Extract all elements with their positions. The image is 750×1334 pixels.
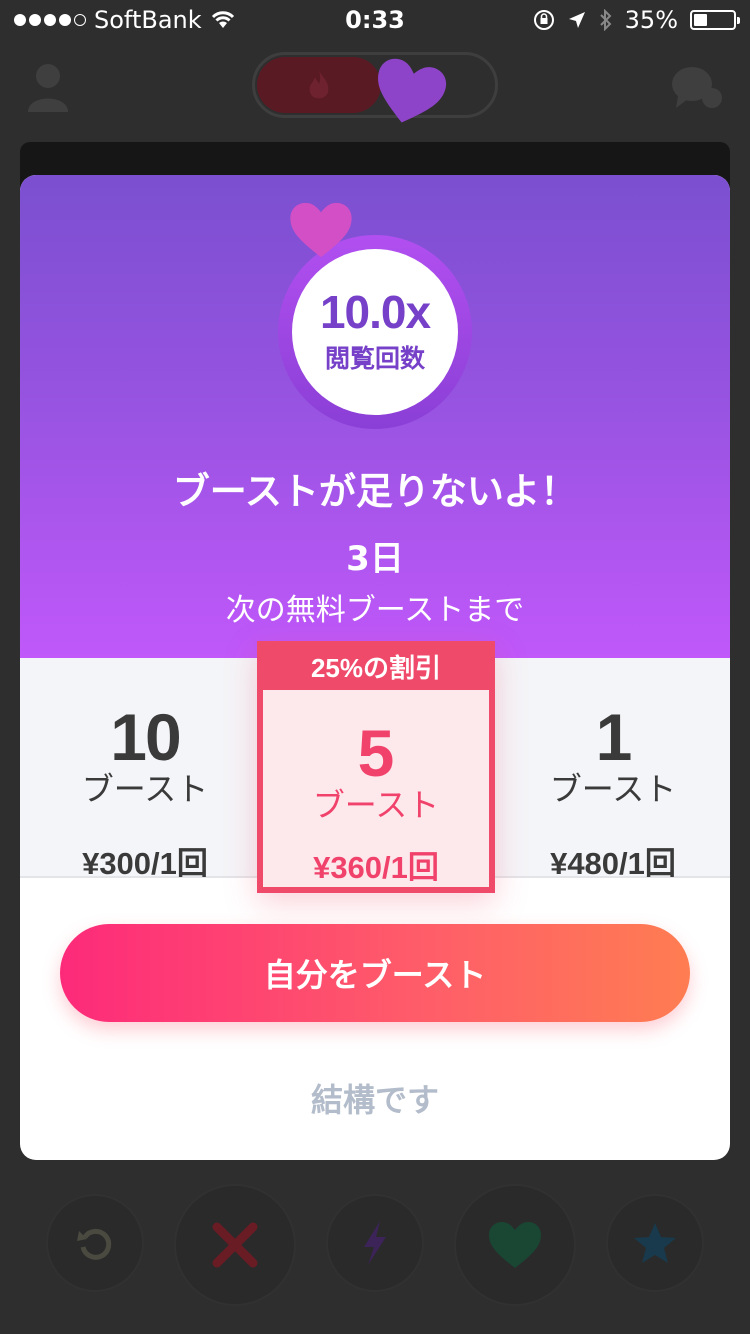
boost-multiplier-label: 閲覧回数: [324, 345, 425, 373]
super-like-button[interactable]: [608, 1196, 702, 1290]
decorative-heart-icon: [290, 202, 352, 258]
package-count: 5: [357, 716, 395, 790]
boost-badge-inner: 10.0x 閲覧回数: [292, 249, 458, 415]
rewind-button[interactable]: [48, 1196, 142, 1290]
chat-icon[interactable]: [670, 62, 726, 114]
action-bar: [0, 1186, 750, 1304]
package-option-10[interactable]: 10 ブースト ¥300/1回: [30, 658, 260, 881]
boost-button[interactable]: [328, 1196, 422, 1290]
like-button[interactable]: [456, 1186, 574, 1304]
package-option-1[interactable]: 1 ブースト ¥480/1回: [498, 658, 728, 881]
signal-icon: [14, 14, 86, 26]
boost-badge: 10.0x 閲覧回数: [278, 235, 472, 429]
status-bar: SoftBank 0:33 35%: [0, 0, 750, 40]
boost-multiplier: 10.0x: [319, 286, 431, 338]
flame-tab[interactable]: [257, 57, 381, 113]
battery-percent: 35%: [624, 6, 678, 34]
modal-subtitle: 次の無料ブーストまで: [225, 593, 525, 628]
boost-modal: 10.0x 閲覧回数 ブーストが足りないよ！ 3日 次の無料ブーストまで 10 …: [20, 175, 730, 1160]
modal-title: ブーストが足りないよ！: [172, 470, 578, 513]
flame-icon: [309, 70, 329, 99]
no-thanks-button[interactable]: 結構です: [20, 1075, 730, 1121]
star-icon: [634, 1223, 676, 1263]
boost-me-button[interactable]: 自分をブースト: [60, 924, 690, 1022]
wifi-icon: [211, 11, 234, 28]
heart-icon: [489, 1222, 541, 1268]
package-option-5[interactable]: 25%の割引 5 ブースト ¥360/1回: [257, 641, 495, 893]
close-icon: [212, 1222, 258, 1268]
profile-icon[interactable]: [26, 62, 70, 112]
rotation-lock-icon: [533, 10, 554, 30]
package-price: ¥300/1回: [82, 846, 208, 881]
rewind-icon: [77, 1228, 112, 1260]
lightning-icon: [364, 1221, 386, 1265]
package-count: 1: [595, 700, 633, 774]
package-price: ¥360/1回: [313, 850, 439, 885]
discount-badge: 25%の割引: [262, 646, 490, 690]
screen: SoftBank 0:33 35% 10.0x 閲覧回数 ブーストが足りないよ！…: [0, 0, 750, 1334]
location-arrow-icon: [568, 12, 585, 28]
status-right: 35%: [533, 6, 740, 34]
modal-header: 10.0x 閲覧回数 ブーストが足りないよ！ 3日 次の無料ブーストまで: [20, 175, 730, 658]
package-unit: ブースト: [81, 770, 209, 808]
package-options: 10 ブースト ¥300/1回 25%の割引 5 ブースト ¥360/1回 1 …: [20, 641, 730, 893]
status-left: SoftBank: [14, 6, 236, 34]
package-unit: ブースト: [549, 770, 677, 808]
days-remaining: 3日: [346, 539, 404, 579]
package-price: ¥480/1回: [550, 846, 676, 881]
nope-button[interactable]: [176, 1186, 294, 1304]
battery-icon: [690, 10, 740, 30]
carrier-name: SoftBank: [94, 6, 202, 34]
package-unit: ブースト: [312, 786, 440, 824]
package-count: 10: [110, 700, 181, 774]
bluetooth-icon: [599, 9, 612, 31]
